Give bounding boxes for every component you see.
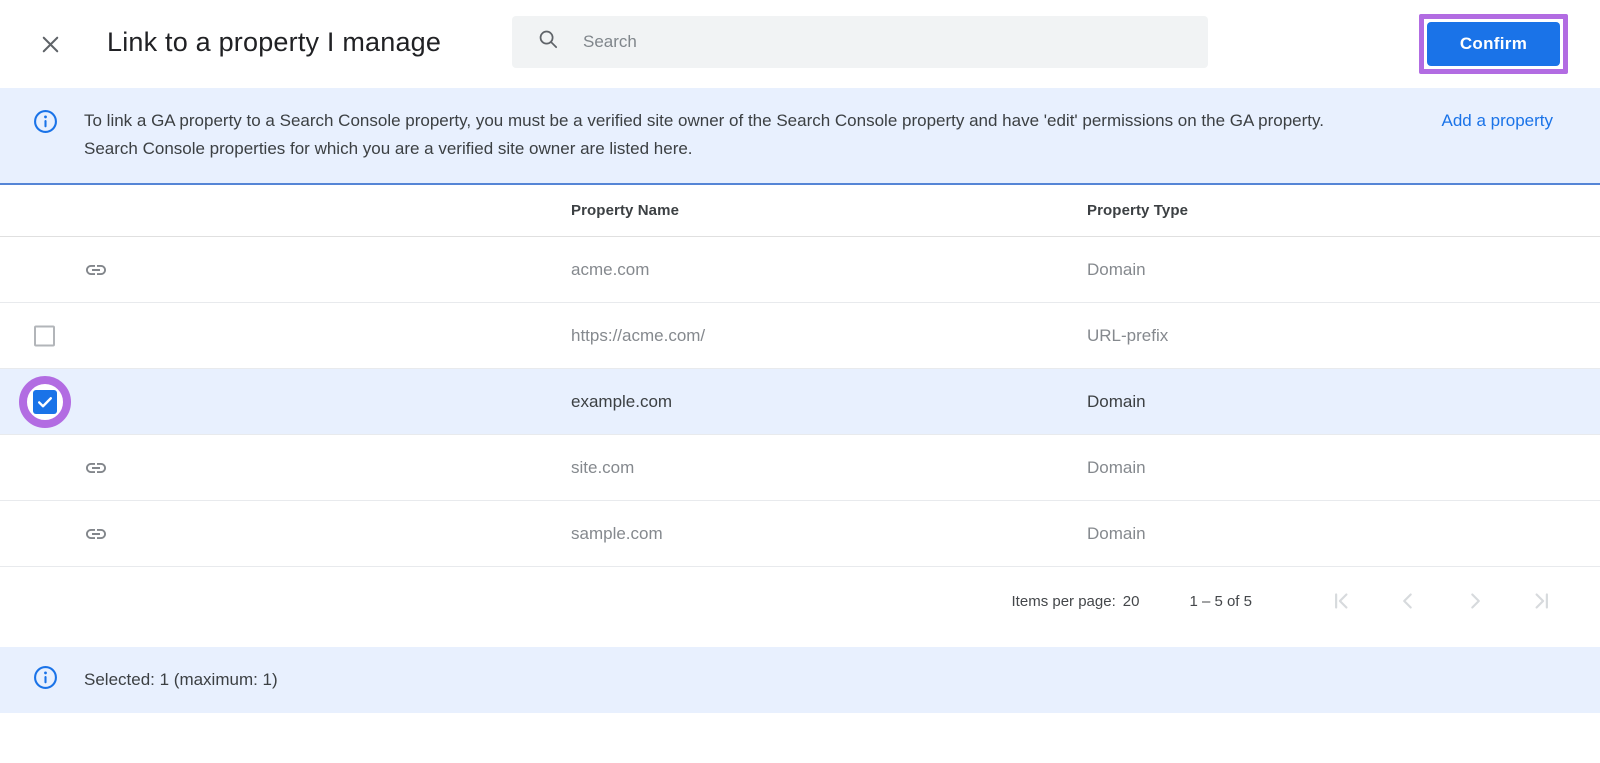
search-icon (537, 28, 560, 56)
search-box[interactable] (512, 16, 1208, 68)
info-banner: To link a GA property to a Search Consol… (0, 88, 1600, 185)
property-name-cell: example.com (571, 391, 673, 411)
table-row: acme.com Domain (0, 237, 1600, 303)
table-row: sample.com Domain (0, 501, 1600, 567)
table-header-row: Property Name Property Type (0, 185, 1600, 237)
add-property-link[interactable]: Add a property (1441, 107, 1553, 135)
first-page-icon[interactable] (1328, 588, 1354, 614)
items-per-page-value[interactable]: 20 (1123, 593, 1140, 610)
property-name-cell: https://acme.com/ (571, 325, 706, 345)
confirm-button[interactable]: Confirm (1427, 22, 1560, 66)
last-page-icon[interactable] (1529, 588, 1555, 614)
row-checkbox-checked[interactable] (33, 389, 57, 414)
property-type-cell: Domain (1087, 391, 1146, 411)
property-name-cell: acme.com (571, 259, 650, 279)
table-row[interactable]: https://acme.com/ URL-prefix (0, 303, 1600, 369)
info-icon (33, 665, 58, 695)
selection-status-text: Selected: 1 (maximum: 1) (84, 670, 278, 689)
property-type-cell: Domain (1087, 457, 1146, 477)
row-checkbox-unchecked[interactable] (34, 325, 55, 346)
info-icon (33, 109, 58, 139)
annotation-highlight-confirm: Confirm (1419, 14, 1568, 74)
pagination: Items per page: 20 1 – 5 of 5 (0, 567, 1600, 635)
link-icon (84, 456, 108, 480)
table-row-selected[interactable]: example.com Domain (0, 369, 1600, 435)
link-property-dialog: Link to a property I manage Confirm To l… (0, 0, 1600, 713)
column-header-property-type: Property Type (1087, 202, 1189, 219)
column-header-property-name: Property Name (571, 202, 680, 219)
dialog-title: Link to a property I manage (107, 27, 442, 57)
property-name-cell: sample.com (571, 523, 663, 543)
selection-banner: Selected: 1 (maximum: 1) (0, 647, 1600, 713)
divider (0, 635, 1600, 647)
link-icon (84, 522, 108, 546)
info-banner-text: To link a GA property to a Search Consol… (84, 111, 1324, 158)
table-row: site.com Domain (0, 435, 1600, 501)
property-type-cell: URL-prefix (1087, 325, 1169, 345)
next-page-icon[interactable] (1462, 588, 1488, 614)
page-range-label: 1 – 5 of 5 (1189, 592, 1252, 610)
items-per-page-label: Items per page: (1011, 592, 1116, 610)
dialog-header: Link to a property I manage Confirm (0, 0, 1600, 88)
link-icon (84, 258, 108, 282)
previous-page-icon[interactable] (1395, 588, 1421, 614)
property-type-cell: Domain (1087, 259, 1146, 279)
close-icon[interactable] (35, 29, 65, 59)
property-type-cell: Domain (1087, 523, 1146, 543)
search-input[interactable] (581, 31, 1181, 53)
annotation-highlight-checkbox (19, 375, 71, 428)
property-name-cell: site.com (571, 457, 635, 477)
properties-table: Property Name Property Type acme.com Dom… (0, 185, 1600, 635)
